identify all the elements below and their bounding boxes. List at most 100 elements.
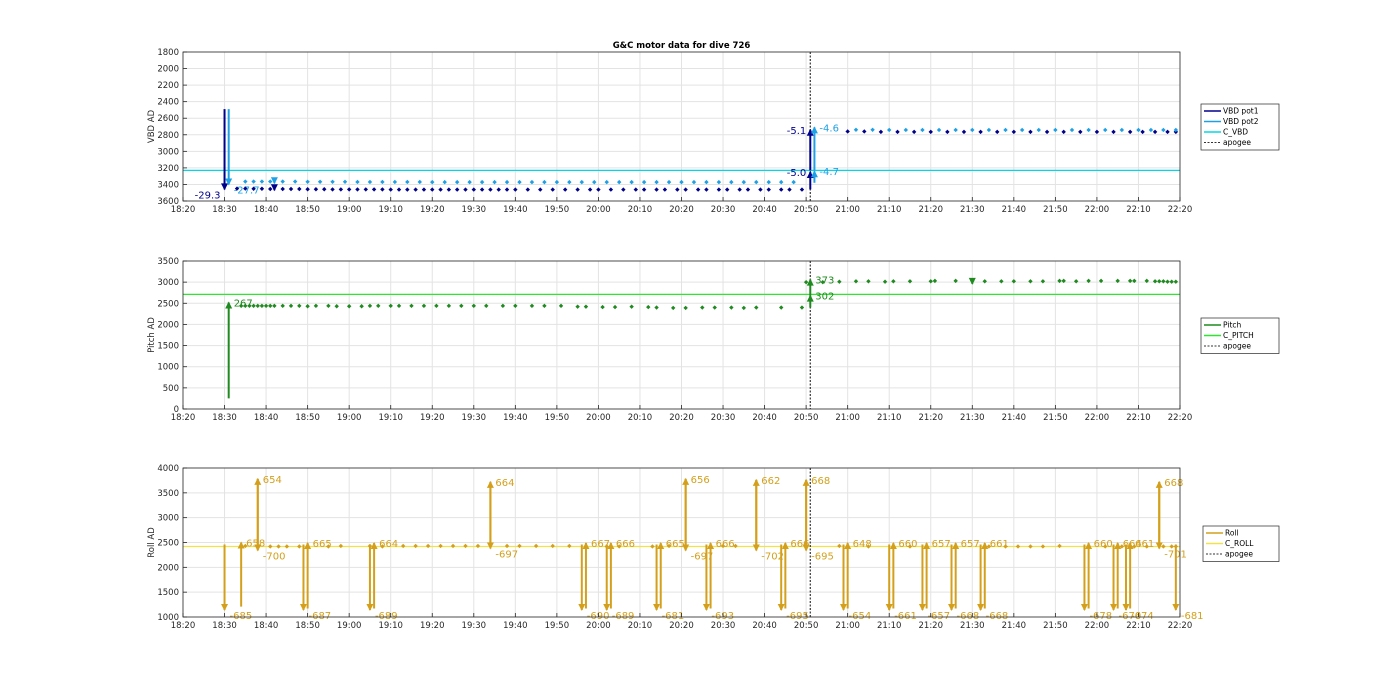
move-label: 302 [815, 292, 834, 303]
y-tick-label: 3200 [157, 164, 179, 174]
x-tick-label: 19:50 [545, 205, 570, 215]
x-tick-label: 18:50 [295, 205, 320, 215]
x-tick-label: 20:00 [586, 413, 611, 423]
y-tick-label: 2800 [157, 131, 179, 141]
figure: -29.3 -27.7-5.0 -4.7-5.1 -4.618:20 18:30 18:4… [147, 41, 1280, 631]
x-tick-label: 21:10 [877, 413, 902, 423]
move-label: 658 [246, 539, 265, 550]
legend: PitchC_PITCHapogee [1200, 317, 1280, 354]
x-tick-label: 20:20 [669, 205, 694, 215]
x-tick-label: 18:50 [295, 413, 320, 423]
y-tick-label: 1000 [157, 363, 179, 373]
x-tick-label: 19:20 [420, 621, 445, 631]
x-tick-label: 20:10 [628, 413, 653, 423]
x-tick-label: 21:30 [960, 413, 985, 423]
x-tick-label: 18:40 [254, 413, 279, 423]
legend-label: C_ROLL [1225, 539, 1254, 548]
x-tick-label: 21:40 [1002, 413, 1027, 423]
x-tick-label: 19:00 [337, 621, 362, 631]
legend-label: VBD pot2 [1223, 117, 1259, 126]
x-tick-label: 22:10 [1126, 413, 1151, 423]
x-tick-label: 22:10 [1126, 621, 1151, 631]
y-tick-label: 3000 [157, 514, 179, 524]
x-tick-label: 22:00 [1085, 413, 1110, 423]
y-tick-label: 2000 [157, 65, 179, 75]
y-tick-label: 2500 [157, 299, 179, 309]
x-tick-label: 21:50 [1043, 205, 1068, 215]
move-label: 373 [815, 276, 834, 287]
x-tick-label: 21:00 [835, 205, 860, 215]
move-label: 661 [1135, 539, 1154, 550]
y-tick-label: 2400 [157, 98, 179, 108]
x-tick-label: 19:20 [420, 205, 445, 215]
move-label: 660 [1094, 539, 1113, 550]
x-tick-label: 21:40 [1002, 205, 1027, 215]
move-label: 656 [691, 475, 710, 486]
x-tick-label: 19:40 [503, 621, 528, 631]
x-tick-label: 19:00 [337, 205, 362, 215]
x-tick-label: 20:00 [586, 205, 611, 215]
x-tick-label: 20:20 [669, 413, 694, 423]
legend-label: Pitch [1223, 321, 1242, 330]
x-tick-label: 20:50 [794, 621, 819, 631]
y-tick-label: 2500 [157, 539, 179, 549]
x-tick-label: 20:20 [669, 621, 694, 631]
move-label: -5.1 [787, 126, 807, 137]
x-tick-label: 20:10 [628, 205, 653, 215]
x-tick-label: 21:40 [1002, 621, 1027, 631]
move-label: 666 [616, 539, 635, 550]
x-tick-label: 22:00 [1085, 205, 1110, 215]
move-label: -4.6 [819, 123, 839, 134]
move-label: -697 [495, 549, 518, 560]
x-tick-label: 22:20 [1168, 413, 1193, 423]
x-tick-label: 18:30 [212, 413, 237, 423]
x-tick-label: 18:50 [295, 621, 320, 631]
x-tick-label: 19:20 [420, 413, 445, 423]
move-label: 654 [263, 475, 282, 486]
legend-label: C_VBD [1223, 128, 1248, 137]
move-label: -4.7 [819, 167, 839, 178]
x-tick-label: 21:10 [877, 205, 902, 215]
legend-label: C_PITCH [1223, 331, 1254, 340]
y-tick-label: 3500 [157, 257, 179, 267]
move-label: 668 [1164, 478, 1183, 489]
x-tick-label: 21:00 [835, 413, 860, 423]
panel-2: 26730237318:20 18:30 18:40 18:50 19:00 19:10 1… [147, 257, 1280, 423]
x-tick-label: 19:50 [545, 621, 570, 631]
x-tick-label: 19:10 [378, 413, 403, 423]
x-tick-label: 19:40 [503, 205, 528, 215]
x-tick-label: 21:30 [960, 621, 985, 631]
move-label: 657 [932, 539, 951, 550]
y-tick-label: 1500 [157, 342, 179, 352]
legend-label: apogee [1225, 550, 1253, 559]
x-tick-label: 20:00 [586, 621, 611, 631]
y-tick-label: 1500 [157, 588, 179, 598]
legend-label: VBD pot1 [1223, 107, 1259, 116]
y-axis-label: Pitch AD [147, 317, 157, 353]
legend: VBD pot1VBD pot2 C_VBDapogee [1200, 103, 1280, 151]
y-tick-label: 2000 [157, 563, 179, 573]
x-tick-label: 18:40 [254, 621, 279, 631]
y-tick-label: 3400 [157, 180, 179, 190]
y-tick-label: 2000 [157, 320, 179, 330]
x-tick-label: 18:30 [212, 205, 237, 215]
panel-3: -685658654-700-687665-689664664-697-6906… [147, 464, 1280, 631]
y-axis-label: VBD AD [147, 109, 157, 143]
x-tick-label: 20:30 [711, 205, 736, 215]
x-tick-label: 19:10 [378, 621, 403, 631]
x-tick-label: 20:30 [711, 621, 736, 631]
x-tick-label: 21:20 [919, 205, 944, 215]
x-tick-label: 21:20 [919, 413, 944, 423]
x-tick-label: 22:20 [1168, 205, 1193, 215]
move-label: 661 [990, 539, 1009, 550]
move-label: -29.3 [195, 190, 221, 201]
move-label: 648 [853, 539, 872, 550]
legend: RollC_ROLLapogee [1202, 525, 1280, 562]
y-tick-label: 1800 [157, 48, 179, 58]
legend-label: apogee [1223, 342, 1251, 351]
move-label: 668 [811, 476, 830, 487]
x-tick-label: 21:10 [877, 621, 902, 631]
y-tick-label: 2200 [157, 81, 179, 91]
move-label: -700 [263, 551, 286, 562]
y-tick-label: 500 [163, 384, 179, 394]
